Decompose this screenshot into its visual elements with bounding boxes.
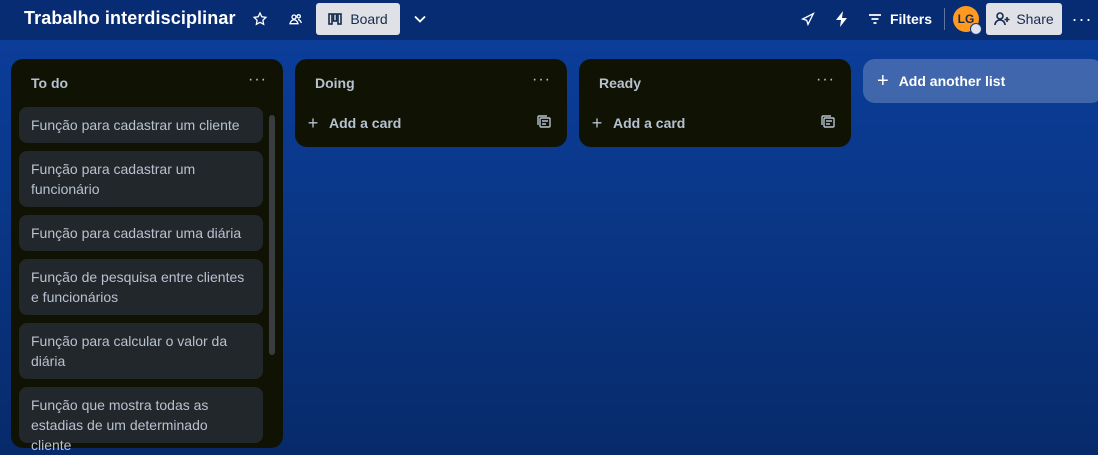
star-icon xyxy=(252,11,268,26)
list-menu-button[interactable]: ··· xyxy=(532,71,551,89)
template-icon xyxy=(821,115,835,128)
card[interactable]: Função para calcular o valor da diária xyxy=(19,323,263,379)
workspace-visibility-icon xyxy=(289,14,302,25)
more-button[interactable]: ··· xyxy=(1070,6,1094,32)
add-card-button[interactable]: + Add a card xyxy=(305,111,402,135)
card[interactable]: Função para cadastrar uma diária xyxy=(19,215,263,251)
add-card-button[interactable]: + Add a card xyxy=(589,111,686,135)
add-list-label: Add another list xyxy=(898,73,1006,89)
create-from-template-button[interactable] xyxy=(821,115,835,129)
list-title[interactable]: Ready xyxy=(599,75,641,91)
add-person-icon xyxy=(994,12,1010,26)
card-title: Função para cadastrar um funcionário xyxy=(31,161,196,197)
filters-button[interactable]: Filters xyxy=(864,4,936,34)
board-view-button[interactable]: Board xyxy=(316,3,400,35)
card[interactable]: Função para cadastrar um funcionário xyxy=(19,151,263,207)
star-button[interactable] xyxy=(248,6,272,32)
board-view-label: Board xyxy=(350,11,388,27)
list-ready: Ready ··· + Add a card xyxy=(579,59,851,147)
card[interactable]: Função que mostra todas as estadias de u… xyxy=(19,387,263,453)
card-title: Função para cadastrar uma diária xyxy=(31,225,242,241)
list-to-do: To do ··· Função para cadastrar um clien… xyxy=(11,59,283,453)
chevron-down-icon xyxy=(414,15,426,23)
board-header: Trabalho interdisciplinar Board Filters … xyxy=(0,0,1098,40)
header-divider xyxy=(944,8,945,30)
list-doing: Doing ··· + Add a card xyxy=(295,59,567,147)
add-list-button[interactable]: + Add another list xyxy=(863,59,1098,103)
share-button[interactable]: Share xyxy=(986,3,1062,35)
list-menu-button[interactable]: ··· xyxy=(248,71,267,89)
card-title: Função que mostra todas as estadias de u… xyxy=(31,397,209,453)
more-icon: ··· xyxy=(1071,8,1093,29)
more-icon: ··· xyxy=(532,71,551,88)
more-icon: ··· xyxy=(248,71,267,88)
rocket-icon xyxy=(800,12,815,27)
filter-icon xyxy=(868,14,881,24)
list-title[interactable]: To do xyxy=(31,75,68,91)
create-from-template-button[interactable] xyxy=(537,115,551,129)
card[interactable]: Função de pesquisa entre clientes e func… xyxy=(19,259,263,315)
plus-icon: + xyxy=(307,112,319,133)
card-title: Função para calcular o valor da diária xyxy=(31,333,228,369)
card-title: Função de pesquisa entre clientes e func… xyxy=(31,269,245,305)
admin-badge xyxy=(970,23,982,35)
view-switcher-button[interactable] xyxy=(408,6,432,32)
list-title[interactable]: Doing xyxy=(315,75,355,91)
card-title: Função para cadastrar um cliente xyxy=(31,117,240,133)
plus-icon: + xyxy=(591,112,603,133)
power-ups-button[interactable] xyxy=(796,6,820,32)
share-label: Share xyxy=(1016,11,1054,27)
board-title[interactable]: Trabalho interdisciplinar xyxy=(24,8,236,29)
card[interactable]: Função para cadastrar um cliente xyxy=(19,107,263,143)
filters-label: Filters xyxy=(889,11,932,27)
workspace-visibility-button[interactable] xyxy=(284,6,308,32)
lightning-icon xyxy=(836,11,847,27)
automation-button[interactable] xyxy=(830,6,854,32)
plus-icon: + xyxy=(877,69,889,92)
template-icon xyxy=(537,115,551,128)
board-view-icon xyxy=(328,13,343,25)
avatar[interactable]: LG xyxy=(953,6,982,35)
list-scrollbar[interactable] xyxy=(269,115,275,355)
add-card-label: Add a card xyxy=(613,115,686,131)
more-icon: ··· xyxy=(816,71,835,88)
add-card-label: Add a card xyxy=(329,115,402,131)
list-menu-button[interactable]: ··· xyxy=(816,71,835,89)
